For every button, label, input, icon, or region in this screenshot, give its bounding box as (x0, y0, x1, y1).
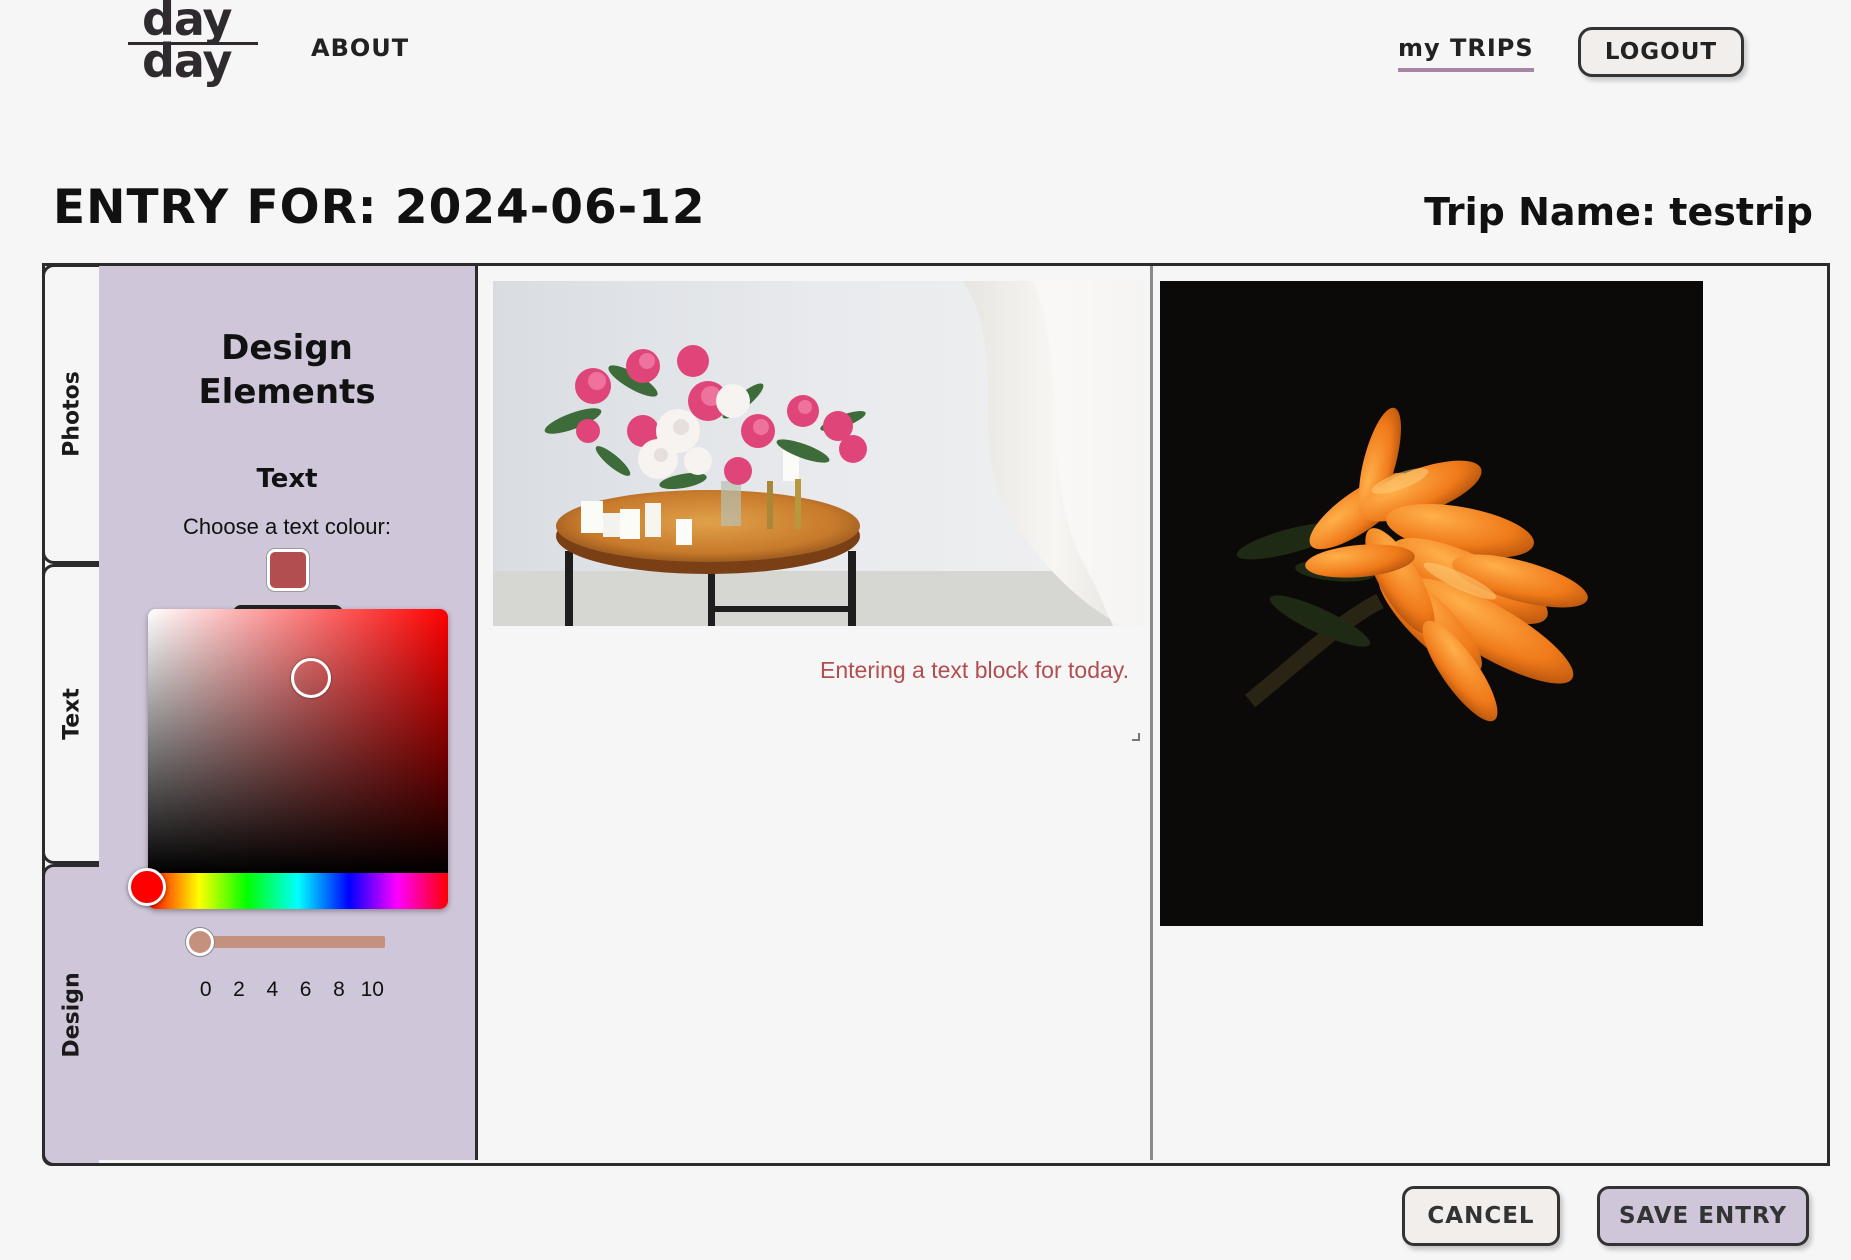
colour-picker (148, 609, 448, 909)
tab-design[interactable]: Design (42, 864, 99, 1166)
tick-label: 6 (299, 978, 312, 1001)
text-size-slider[interactable] (203, 936, 385, 948)
cancel-button[interactable]: CANCEL (1402, 1186, 1560, 1246)
saturation-area[interactable] (148, 609, 448, 873)
tab-text-label: Text (59, 688, 85, 740)
tab-photos-label: Photos (59, 371, 85, 457)
panel-title-line1: Design (221, 328, 353, 368)
tick-label: 0 (199, 978, 212, 1001)
logo-word-bottom: day (142, 34, 233, 88)
design-elements-panel: Design Elements Text Choose a text colou… (99, 266, 478, 1160)
text-block-resize-handle[interactable] (1132, 733, 1140, 741)
tick-label: 8 (333, 978, 345, 1001)
slider-tick-labels: 0 2 4 6 8 10 (189, 978, 389, 1002)
hue-slider[interactable] (148, 873, 448, 909)
page-title: ENTRY FOR: 2024-06-12 (53, 180, 706, 235)
trip-name: Trip Name: testrip (1424, 190, 1813, 234)
logo[interactable]: day day (128, 0, 260, 90)
tick-label: 10 (360, 978, 384, 1001)
tick-label: 4 (266, 978, 279, 1001)
photo-flowers-on-table[interactable] (493, 281, 1145, 626)
text-size-slider-thumb[interactable] (186, 928, 214, 956)
logout-button[interactable]: LOGOUT (1578, 27, 1744, 77)
hue-handle[interactable] (128, 868, 166, 906)
tab-design-label: Design (59, 972, 85, 1058)
colour-swatch-button[interactable] (267, 549, 309, 591)
nav-my-trips-link[interactable]: my TRIPS (1398, 34, 1534, 72)
nav-about-link[interactable]: ABOUT (311, 34, 409, 62)
text-section-heading: Text (256, 464, 318, 494)
tick-label: 2 (233, 978, 245, 1001)
tab-text[interactable]: Text (42, 564, 99, 864)
tab-photos[interactable]: Photos (42, 264, 99, 564)
entry-text-block[interactable]: Entering a text block for today. (820, 650, 1140, 742)
panel-title: Design Elements (99, 326, 475, 414)
photo-orange-flower[interactable] (1160, 281, 1703, 926)
save-entry-button[interactable]: SAVE ENTRY (1597, 1186, 1809, 1246)
colour-prompt: Choose a text colour: (183, 514, 391, 539)
saturation-handle[interactable] (291, 658, 331, 698)
panel-title-line2: Elements (198, 372, 376, 412)
